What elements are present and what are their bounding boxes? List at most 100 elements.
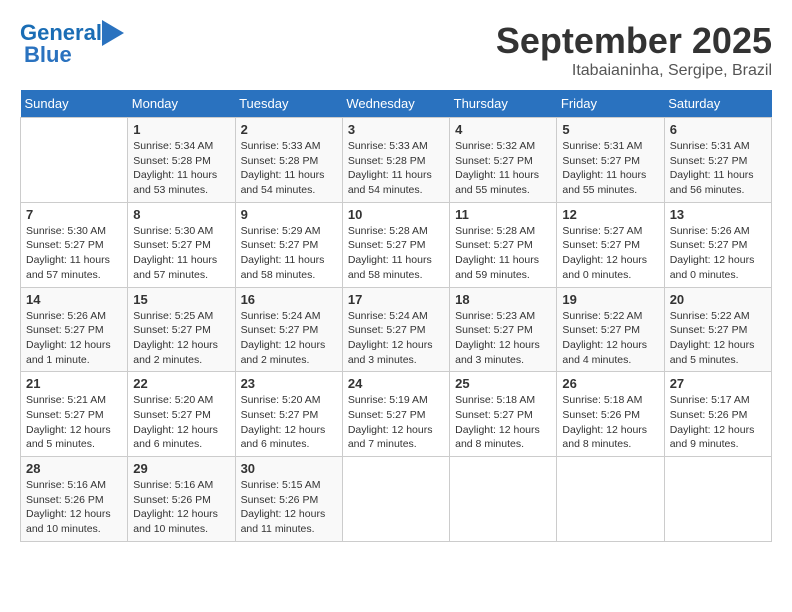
day-info: Sunrise: 5:16 AMSunset: 5:26 PMDaylight:… — [133, 478, 229, 537]
day-info: Sunrise: 5:25 AMSunset: 5:27 PMDaylight:… — [133, 309, 229, 368]
day-info: Sunrise: 5:21 AMSunset: 5:27 PMDaylight:… — [26, 393, 122, 452]
calendar-cell: 8Sunrise: 5:30 AMSunset: 5:27 PMDaylight… — [128, 202, 235, 287]
calendar-cell: 13 Sunrise: 5:26 AMSunset: 5:27 PMDayligh… — [664, 202, 771, 287]
day-info: Sunrise: 5:31 AMSunset: 5:27 PMDaylight:… — [562, 139, 658, 198]
calendar-cell: 12 Sunrise: 5:27 AMSunset: 5:27 PMDayligh… — [557, 202, 664, 287]
calendar-cell — [450, 457, 557, 542]
day-number: 10 — [348, 207, 444, 222]
day-number: 27 — [670, 376, 766, 391]
day-number: 8 — [133, 207, 229, 222]
day-info: Sunrise: 5:15 AMSunset: 5:26 PMDaylight:… — [241, 478, 337, 537]
calendar-cell: 20 Sunrise: 5:22 AMSunset: 5:27 PMDayligh… — [664, 287, 771, 372]
day-number: 15 — [133, 292, 229, 307]
weekday-header-thursday: Thursday — [450, 90, 557, 118]
day-number: 11 — [455, 207, 551, 222]
day-number: 29 — [133, 461, 229, 476]
calendar-cell: 29 Sunrise: 5:16 AMSunset: 5:26 PMDayligh… — [128, 457, 235, 542]
day-info: Sunrise: 5:26 AMSunset: 5:27 PMDaylight:… — [26, 309, 122, 368]
day-number: 14 — [26, 292, 122, 307]
day-number: 2 — [241, 122, 337, 137]
calendar-cell — [342, 457, 449, 542]
calendar-cell: 30 Sunrise: 5:15 AMSunset: 5:26 PMDayligh… — [235, 457, 342, 542]
weekday-header-row: SundayMondayTuesdayWednesdayThursdayFrid… — [21, 90, 772, 118]
calendar-cell: 4Sunrise: 5:32 AMSunset: 5:27 PMDaylight… — [450, 118, 557, 203]
day-number: 30 — [241, 461, 337, 476]
weekday-header-sunday: Sunday — [21, 90, 128, 118]
weekday-header-tuesday: Tuesday — [235, 90, 342, 118]
calendar-week-4: 21 Sunrise: 5:21 AMSunset: 5:27 PMDayligh… — [21, 372, 772, 457]
weekday-header-wednesday: Wednesday — [342, 90, 449, 118]
calendar-cell: 24Sunrise: 5:19 AMSunset: 5:27 PMDayligh… — [342, 372, 449, 457]
calendar-cell: 25 Sunrise: 5:18 AMSunset: 5:27 PMDayligh… — [450, 372, 557, 457]
day-number: 5 — [562, 122, 658, 137]
day-number: 12 — [562, 207, 658, 222]
calendar-table: SundayMondayTuesdayWednesdayThursdayFrid… — [20, 90, 772, 542]
day-number: 23 — [241, 376, 337, 391]
day-info: Sunrise: 5:31 AMSunset: 5:27 PMDaylight:… — [670, 139, 766, 198]
day-number: 9 — [241, 207, 337, 222]
day-number: 4 — [455, 122, 551, 137]
day-number: 25 — [455, 376, 551, 391]
calendar-cell: 16Sunrise: 5:24 AMSunset: 5:27 PMDayligh… — [235, 287, 342, 372]
day-number: 7 — [26, 207, 122, 222]
day-info: Sunrise: 5:20 AMSunset: 5:27 PMDaylight:… — [241, 393, 337, 452]
day-number: 13 — [670, 207, 766, 222]
day-info: Sunrise: 5:16 AMSunset: 5:26 PMDaylight:… — [26, 478, 122, 537]
logo-icon — [102, 20, 124, 46]
day-info: Sunrise: 5:24 AMSunset: 5:27 PMDaylight:… — [241, 309, 337, 368]
calendar-cell — [664, 457, 771, 542]
day-info: Sunrise: 5:28 AMSunset: 5:27 PMDaylight:… — [455, 224, 551, 283]
day-info: Sunrise: 5:20 AMSunset: 5:27 PMDaylight:… — [133, 393, 229, 452]
calendar-week-2: 7 Sunrise: 5:30 AMSunset: 5:27 PMDaylight… — [21, 202, 772, 287]
calendar-week-3: 14 Sunrise: 5:26 AMSunset: 5:27 PMDayligh… — [21, 287, 772, 372]
weekday-header-friday: Friday — [557, 90, 664, 118]
day-info: Sunrise: 5:23 AMSunset: 5:27 PMDaylight:… — [455, 309, 551, 368]
calendar-cell: 6 Sunrise: 5:31 AMSunset: 5:27 PMDaylight… — [664, 118, 771, 203]
calendar-cell: 19Sunrise: 5:22 AMSunset: 5:27 PMDayligh… — [557, 287, 664, 372]
day-info: Sunrise: 5:29 AMSunset: 5:27 PMDaylight:… — [241, 224, 337, 283]
day-info: Sunrise: 5:33 AMSunset: 5:28 PMDaylight:… — [348, 139, 444, 198]
location: Itabaianinha, Sergipe, Brazil — [496, 62, 772, 80]
day-info: Sunrise: 5:18 AMSunset: 5:27 PMDaylight:… — [455, 393, 551, 452]
calendar-week-5: 28 Sunrise: 5:16 AMSunset: 5:26 PMDayligh… — [21, 457, 772, 542]
day-info: Sunrise: 5:30 AMSunset: 5:27 PMDaylight:… — [26, 224, 122, 283]
month-title: September 2025 — [496, 20, 772, 62]
day-number: 3 — [348, 122, 444, 137]
logo: General Blue — [20, 20, 124, 68]
day-number: 22 — [133, 376, 229, 391]
calendar-cell: 15 Sunrise: 5:25 AMSunset: 5:27 PMDayligh… — [128, 287, 235, 372]
calendar-cell: 10 Sunrise: 5:28 AMSunset: 5:27 PMDayligh… — [342, 202, 449, 287]
day-info: Sunrise: 5:22 AMSunset: 5:27 PMDaylight:… — [670, 309, 766, 368]
day-number: 18 — [455, 292, 551, 307]
day-number: 17 — [348, 292, 444, 307]
day-info: Sunrise: 5:26 AMSunset: 5:27 PMDaylight:… — [670, 224, 766, 283]
calendar-cell: 9 Sunrise: 5:29 AMSunset: 5:27 PMDaylight… — [235, 202, 342, 287]
calendar-cell: 27 Sunrise: 5:17 AMSunset: 5:26 PMDayligh… — [664, 372, 771, 457]
calendar-cell: 2Sunrise: 5:33 AMSunset: 5:28 PMDaylight… — [235, 118, 342, 203]
day-number: 19 — [562, 292, 658, 307]
calendar-cell — [21, 118, 128, 203]
day-info: Sunrise: 5:34 AMSunset: 5:28 PMDaylight:… — [133, 139, 229, 198]
day-info: Sunrise: 5:28 AMSunset: 5:27 PMDaylight:… — [348, 224, 444, 283]
day-info: Sunrise: 5:18 AMSunset: 5:26 PMDaylight:… — [562, 393, 658, 452]
calendar-cell: 21 Sunrise: 5:21 AMSunset: 5:27 PMDayligh… — [21, 372, 128, 457]
day-info: Sunrise: 5:27 AMSunset: 5:27 PMDaylight:… — [562, 224, 658, 283]
calendar-cell: 11 Sunrise: 5:28 AMSunset: 5:27 PMDayligh… — [450, 202, 557, 287]
day-number: 26 — [562, 376, 658, 391]
page-header: General Blue September 2025 Itabaianinha… — [20, 20, 772, 80]
calendar-cell: 14 Sunrise: 5:26 AMSunset: 5:27 PMDayligh… — [21, 287, 128, 372]
day-info: Sunrise: 5:17 AMSunset: 5:26 PMDaylight:… — [670, 393, 766, 452]
day-number: 21 — [26, 376, 122, 391]
day-number: 28 — [26, 461, 122, 476]
calendar-cell: 17Sunrise: 5:24 AMSunset: 5:27 PMDayligh… — [342, 287, 449, 372]
day-number: 24 — [348, 376, 444, 391]
calendar-cell: 28 Sunrise: 5:16 AMSunset: 5:26 PMDayligh… — [21, 457, 128, 542]
calendar-cell: 1Sunrise: 5:34 AMSunset: 5:28 PMDaylight… — [128, 118, 235, 203]
weekday-header-monday: Monday — [128, 90, 235, 118]
day-number: 6 — [670, 122, 766, 137]
day-number: 20 — [670, 292, 766, 307]
calendar-cell: 23 Sunrise: 5:20 AMSunset: 5:27 PMDayligh… — [235, 372, 342, 457]
calendar-cell: 7 Sunrise: 5:30 AMSunset: 5:27 PMDaylight… — [21, 202, 128, 287]
calendar-cell: 18 Sunrise: 5:23 AMSunset: 5:27 PMDayligh… — [450, 287, 557, 372]
calendar-cell: 3 Sunrise: 5:33 AMSunset: 5:28 PMDaylight… — [342, 118, 449, 203]
